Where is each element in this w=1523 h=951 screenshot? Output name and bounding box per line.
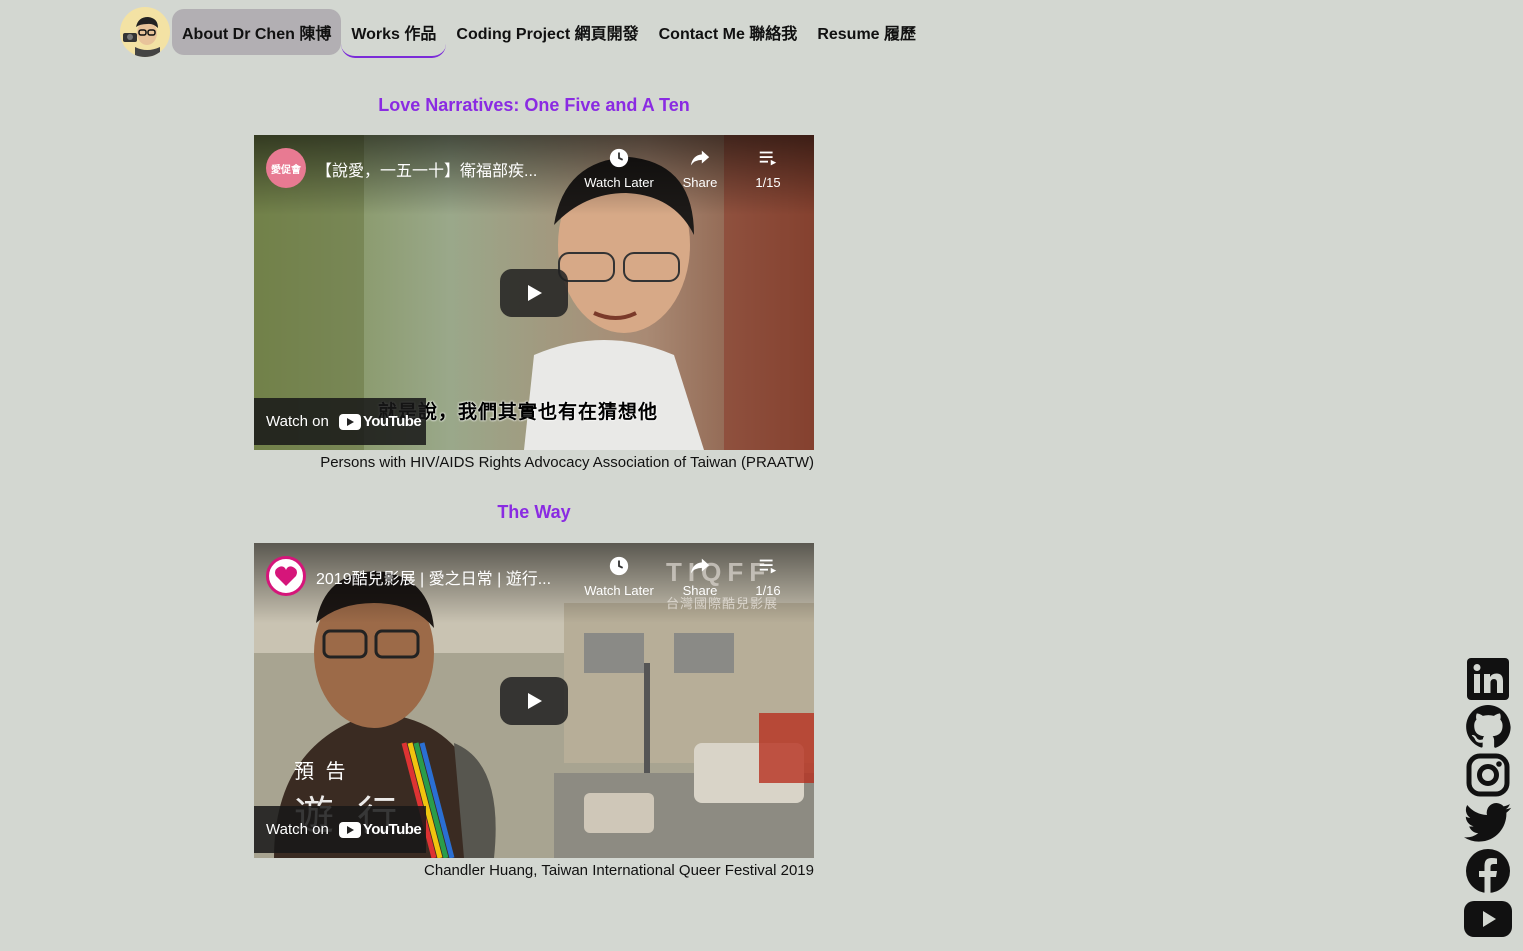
top-nav: About Dr Chen 陳博 Works 作品 Coding Project… (120, 6, 926, 58)
youtube-logo: YouTube (338, 821, 422, 838)
channel-logo[interactable] (266, 556, 306, 596)
facebook-icon[interactable] (1462, 847, 1514, 895)
linkedin-icon[interactable] (1462, 655, 1514, 703)
section-title: The Way (497, 502, 571, 522)
clock-icon (609, 148, 629, 168)
nav-resume[interactable]: Resume 履歷 (807, 9, 926, 55)
watch-later-button[interactable]: Watch Later (579, 555, 659, 598)
social-links (1462, 655, 1514, 943)
video-embed[interactable]: 2019酷兒影展 | 愛之日常 | 遊行... TIQFF 台灣國際酷兒影展 W… (254, 543, 814, 858)
nav-works[interactable]: Works 作品 (341, 8, 447, 58)
github-icon[interactable] (1462, 703, 1514, 751)
avatar[interactable] (120, 7, 170, 57)
nav-coding-project[interactable]: Coding Project 網頁開發 (446, 9, 648, 55)
playlist-icon (759, 151, 777, 166)
video-title[interactable]: 2019酷兒影展 | 愛之日常 | 遊行... (316, 565, 566, 589)
playlist-icon (759, 559, 777, 574)
clock-icon (609, 556, 629, 576)
play-button[interactable] (500, 269, 568, 317)
youtube-logo: YouTube (338, 413, 422, 430)
watch-later-button[interactable]: Watch Later (579, 147, 659, 190)
play-button[interactable] (500, 677, 568, 725)
heart-icon (275, 566, 297, 586)
playlist-button[interactable]: 1/16 (728, 555, 808, 598)
video-title[interactable]: 【說愛，一五一十】衛福部疾... (316, 157, 566, 181)
video-caption: Chandler Huang, Taiwan International Que… (424, 862, 814, 879)
nav-contact[interactable]: Contact Me 聯絡我 (649, 9, 808, 55)
share-icon (690, 150, 710, 166)
playlist-button[interactable]: 1/15 (728, 147, 808, 190)
youtube-icon[interactable] (1462, 895, 1514, 943)
overlay-text-small: 預 告 (294, 761, 349, 783)
watch-on-youtube[interactable]: Watch on YouTube (254, 398, 426, 445)
video-caption: Persons with HIV/AIDS Rights Advocacy As… (320, 454, 814, 471)
watch-on-youtube[interactable]: Watch on YouTube (254, 806, 426, 853)
play-icon (528, 285, 542, 301)
share-icon (690, 558, 710, 574)
section-title: Love Narratives: One Five and A Ten (378, 95, 690, 115)
twitter-icon[interactable] (1462, 799, 1514, 847)
channel-logo[interactable]: 愛促會 (266, 148, 306, 188)
instagram-icon[interactable] (1462, 751, 1514, 799)
nav-about[interactable]: About Dr Chen 陳博 (172, 9, 342, 55)
play-icon (528, 693, 542, 709)
video-embed[interactable]: 愛促會 【說愛，一五一十】衛福部疾... Watch Later Share 1… (254, 135, 814, 450)
